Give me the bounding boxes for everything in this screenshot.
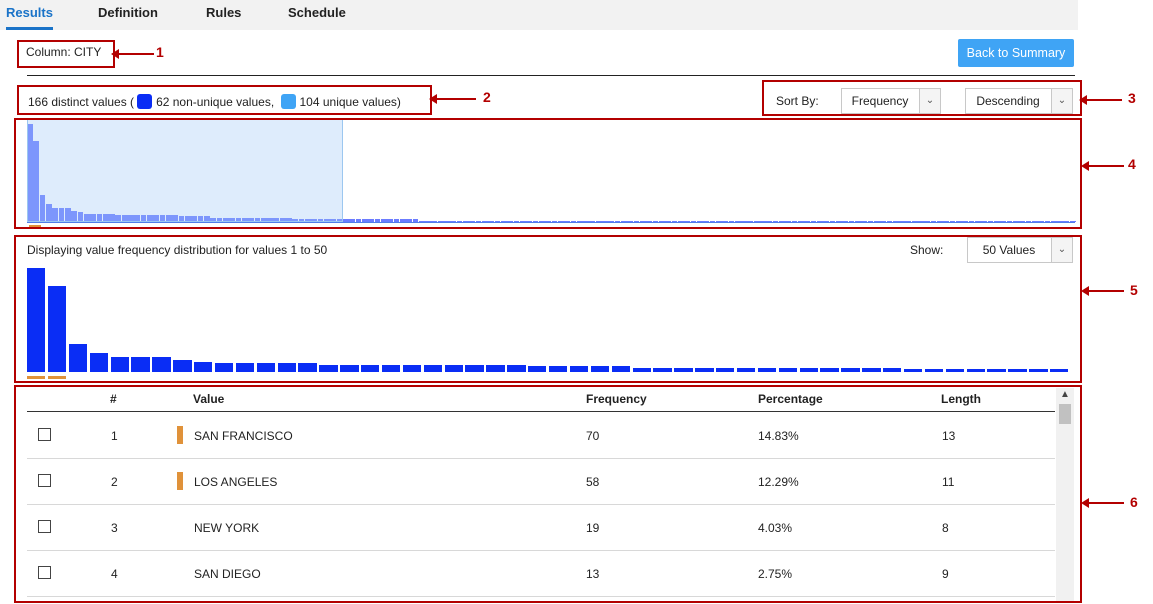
annotation-box-4 [14,118,1082,229]
callout-1: 1 [156,44,164,60]
annotation-arrow-2 [429,94,476,104]
callout-6: 6 [1130,494,1138,510]
callout-3: 3 [1128,90,1136,106]
tab-bar: Results Definition Rules Schedule [0,0,1078,30]
annotation-arrow-6 [1081,498,1124,508]
annotation-box-3 [762,80,1082,116]
tab-definition[interactable]: Definition [98,0,158,30]
header-divider [27,75,1075,76]
annotation-box-2 [17,85,432,115]
annotation-box-5 [14,235,1082,383]
annotation-arrow-1 [111,49,154,59]
tab-results[interactable]: Results [6,0,53,30]
callout-5: 5 [1130,282,1138,298]
annotation-arrow-5 [1081,286,1124,296]
tab-rules[interactable]: Rules [206,0,241,30]
annotation-arrow-3 [1079,95,1122,105]
annotation-box-6 [14,385,1082,603]
annotation-arrow-4 [1081,161,1124,171]
callout-2: 2 [483,89,491,105]
tab-schedule[interactable]: Schedule [288,0,346,30]
callout-4: 4 [1128,156,1136,172]
annotation-box-1 [17,40,115,68]
back-to-summary-button[interactable]: Back to Summary [958,39,1074,67]
